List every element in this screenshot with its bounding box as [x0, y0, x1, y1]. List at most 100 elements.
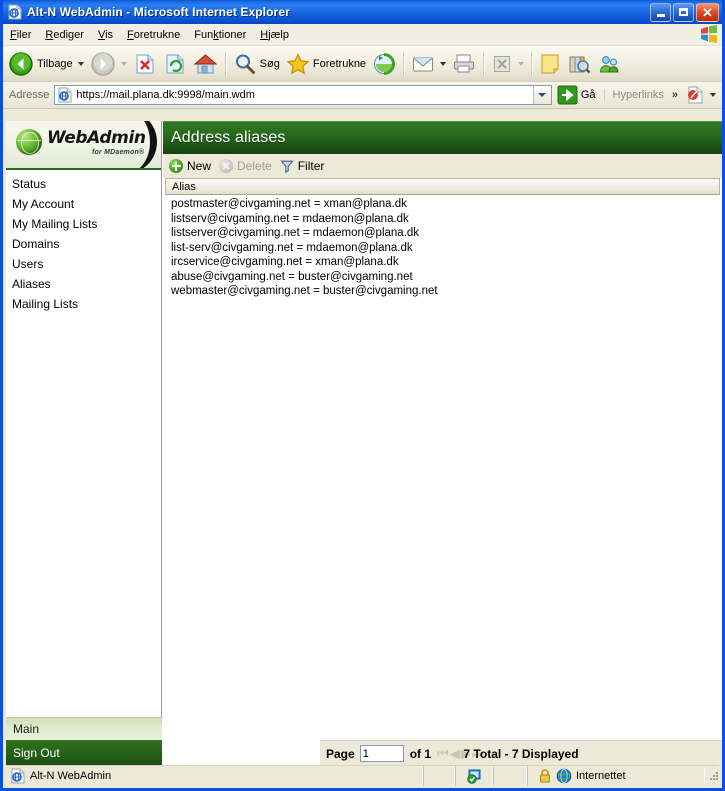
- browser-window: Alt-N WebAdmin - Microsoft Internet Expl…: [0, 0, 725, 791]
- sidebar-main-label: Main: [13, 722, 39, 736]
- minimize-button[interactable]: [650, 3, 671, 22]
- address-dropdown-button[interactable]: [533, 86, 551, 104]
- list-item[interactable]: list-serv@civgaming.net = mdaemon@plana.…: [165, 241, 720, 256]
- menu-item-favorites[interactable]: Foretrukne: [120, 27, 187, 43]
- sidebar-item-status[interactable]: Status: [6, 174, 161, 194]
- stop-button[interactable]: [130, 49, 160, 79]
- address-label: Adresse: [6, 89, 54, 101]
- back-dropdown-caret[interactable]: [78, 62, 84, 66]
- status-spacer-2: [493, 767, 527, 785]
- menu-item-tools[interactable]: Funktioner: [187, 27, 253, 43]
- windows-flag-logo: [699, 25, 718, 43]
- toolbar-overflow-chevron[interactable]: »: [668, 89, 682, 101]
- notes-button[interactable]: [536, 49, 564, 79]
- list-column-header[interactable]: Alias: [165, 178, 720, 195]
- security-zone-text: Internettet: [576, 770, 626, 782]
- sidebar-item-my-mailing-lists[interactable]: My Mailing Lists: [6, 214, 161, 234]
- go-button[interactable]: Gå: [552, 85, 600, 105]
- address-input[interactable]: https://mail.plana.dk:9998/main.wdm: [76, 89, 532, 101]
- security-zone-panel[interactable]: Internettet: [527, 767, 705, 785]
- home-button[interactable]: [190, 49, 221, 79]
- page-input[interactable]: [360, 745, 404, 762]
- webadmin-logo: WebAdmin for MDaemon®: [6, 121, 161, 170]
- alias-list: postmaster@civgaming.net = xman@plana.dk…: [165, 195, 720, 299]
- forward-arrow-icon: [90, 51, 116, 77]
- toolbar-separator: [403, 52, 404, 76]
- pagination-bar: Page of 1 ⏮ ◀ ▶ ⏭ 7 Total - 7 Displayed: [320, 740, 722, 766]
- list-item[interactable]: abuse@civgaming.net = buster@civgaming.n…: [165, 270, 720, 285]
- prev-page-button[interactable]: ◀: [449, 746, 460, 762]
- print-button[interactable]: [449, 49, 479, 79]
- home-icon: [193, 52, 218, 76]
- last-page-button[interactable]: ⏭: [471, 746, 484, 762]
- sidebar-item-domains[interactable]: Domains: [6, 234, 161, 254]
- address-input-wrapper[interactable]: https://mail.plana.dk:9998/main.wdm: [54, 85, 551, 105]
- acrobat-icon: [685, 86, 705, 104]
- list-item[interactable]: ircservice@civgaming.net = xman@plana.dk: [165, 255, 720, 270]
- popup-blocker-status[interactable]: [455, 767, 493, 785]
- toolbar-separator: [531, 52, 532, 76]
- sidebar-item-label: Status: [12, 177, 46, 191]
- status-spacer-1: [423, 767, 455, 785]
- status-document-panel: Alt-N WebAdmin: [6, 767, 423, 785]
- history-button[interactable]: [369, 49, 399, 79]
- research-button[interactable]: [564, 49, 594, 79]
- menu-item-help[interactable]: Hjælp: [253, 27, 296, 43]
- menu-item-view[interactable]: Vis: [91, 27, 120, 43]
- sidebar-item-aliases[interactable]: Aliases: [6, 274, 161, 294]
- back-button[interactable]: Tilbage: [5, 49, 87, 79]
- window-title: Alt-N WebAdmin - Microsoft Internet Expl…: [27, 5, 650, 19]
- list-item[interactable]: postmaster@civgaming.net = xman@plana.dk: [165, 197, 720, 212]
- close-button[interactable]: ✕: [696, 3, 719, 22]
- sidebar-nav-list: Status My Account My Mailing Lists Domai…: [6, 170, 161, 314]
- list-item[interactable]: webmaster@civgaming.net = buster@civgami…: [165, 284, 720, 299]
- sidebar: WebAdmin for MDaemon® Status My Account …: [6, 121, 162, 766]
- hyperlinks-bar-label[interactable]: Hyperlinks: [604, 89, 668, 101]
- menu-item-edit[interactable]: Rediger: [38, 27, 91, 43]
- pdf-toolbar-icon[interactable]: [682, 80, 719, 110]
- mail-button[interactable]: [408, 49, 449, 79]
- sidebar-item-label: Users: [12, 257, 43, 271]
- content-pane: Address aliases New Delete: [163, 121, 722, 766]
- sidebar-main-button[interactable]: Main: [6, 717, 162, 740]
- delete-button: Delete: [217, 159, 278, 173]
- refresh-button[interactable]: [160, 49, 190, 79]
- command-bar: New Delete Filter: [163, 154, 722, 178]
- toolbar-separator: [225, 52, 226, 76]
- sidebar-item-users[interactable]: Users: [6, 254, 161, 274]
- sidebar-signout-label: Sign Out: [13, 746, 60, 760]
- mail-dropdown-caret[interactable]: [440, 62, 446, 66]
- resize-grip[interactable]: [707, 770, 719, 782]
- next-page-button[interactable]: ▶: [460, 746, 471, 762]
- back-button-label: Tilbage: [37, 58, 73, 70]
- list-item[interactable]: listserv@civgaming.net = mdaemon@plana.d…: [165, 212, 720, 227]
- new-button-label: New: [187, 159, 211, 173]
- menu-item-file[interactable]: Filer: [3, 27, 38, 43]
- sidebar-item-label: Aliases: [12, 277, 51, 291]
- new-button[interactable]: New: [167, 159, 217, 173]
- search-button[interactable]: Søg: [230, 49, 283, 79]
- pdf-dropdown-caret[interactable]: [710, 93, 716, 97]
- sidebar-item-label: Domains: [12, 237, 59, 251]
- status-document-text: Alt-N WebAdmin: [30, 770, 111, 782]
- browser-status-bar: Alt-N WebAdmin: [6, 765, 719, 785]
- filter-button-label: Filter: [298, 159, 325, 173]
- sidebar-signout-button[interactable]: Sign Out: [6, 740, 162, 766]
- ie-page-icon: [10, 768, 26, 784]
- forward-button: [87, 49, 130, 79]
- menu-bar: Filer Rediger Vis Foretrukne Funktioner …: [3, 24, 722, 46]
- filter-button[interactable]: Filter: [278, 159, 331, 173]
- messenger-button[interactable]: [594, 49, 624, 79]
- list-item[interactable]: listserver@civgaming.net = mdaemon@plana…: [165, 226, 720, 241]
- sidebar-item-mailing-lists[interactable]: Mailing Lists: [6, 294, 161, 314]
- star-icon: [286, 52, 310, 76]
- favorites-button[interactable]: Foretrukne: [283, 49, 369, 79]
- web-page-content: WebAdmin for MDaemon® Status My Account …: [6, 121, 722, 766]
- search-icon: [233, 52, 257, 76]
- messenger-people-icon: [597, 53, 621, 75]
- first-page-button[interactable]: ⏮: [436, 746, 449, 762]
- go-arrow-icon: [557, 85, 578, 105]
- sidebar-item-my-account[interactable]: My Account: [6, 194, 161, 214]
- maximize-button[interactable]: [673, 3, 694, 22]
- popup-blocker-icon: [466, 768, 482, 784]
